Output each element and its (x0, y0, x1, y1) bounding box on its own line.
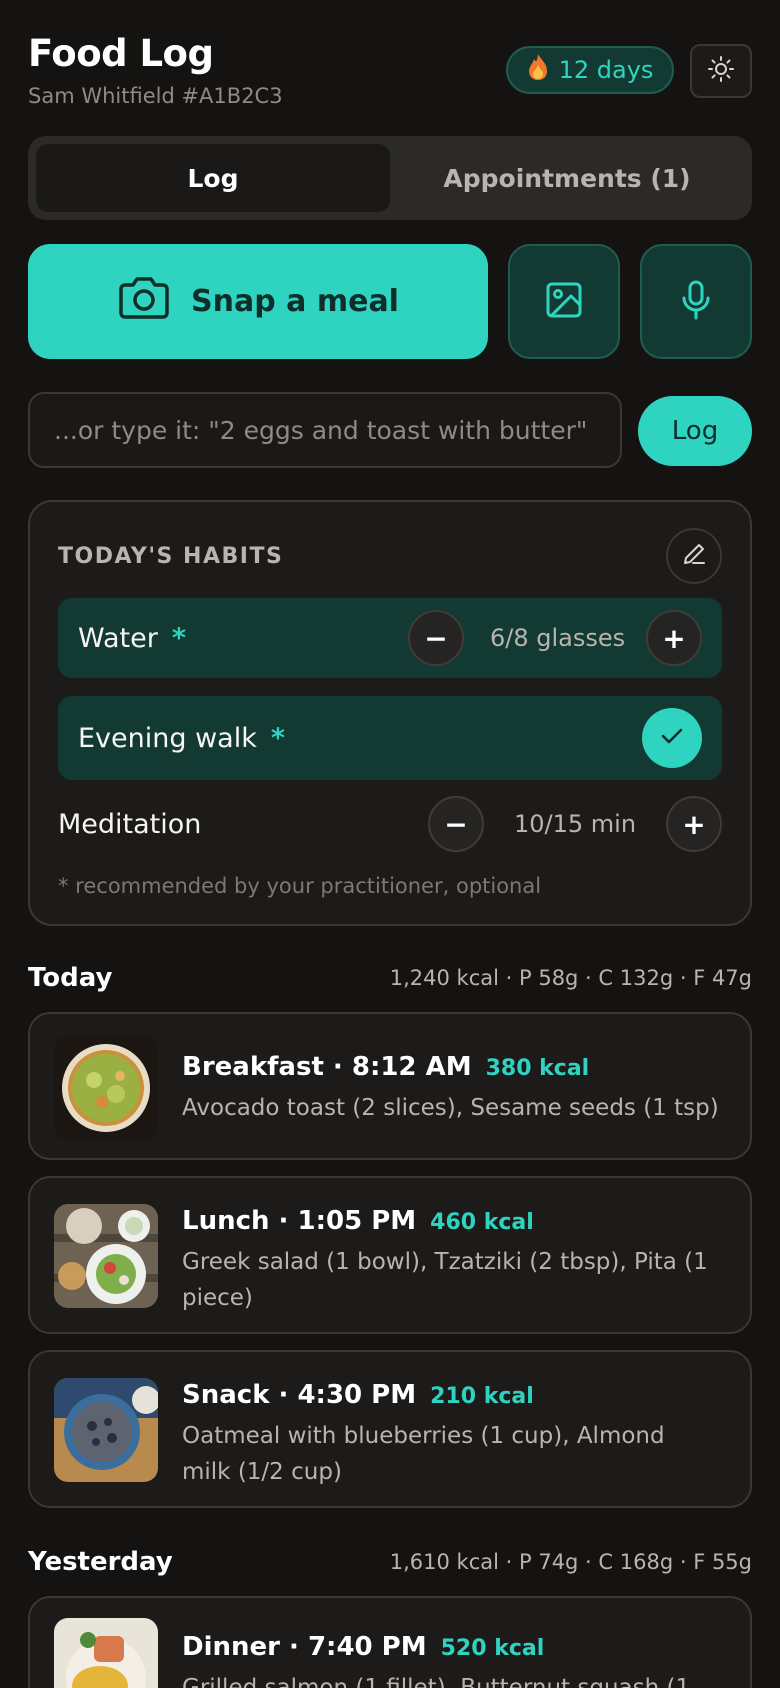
meal-kcal: 210 kcal (430, 1384, 534, 1409)
meal-time: Lunch · 1:05 PM (182, 1206, 417, 1236)
day-header-today: Today 1,240 kcal · P 58g · C 132g · F 47… (28, 958, 752, 998)
walk-done-toggle[interactable] (642, 708, 702, 768)
recommended-marker: * (270, 722, 285, 754)
meal-heading: Snack · 4:30 PM 210 kcal (182, 1380, 534, 1410)
microphone-icon (680, 279, 712, 325)
meditation-decrement-button[interactable]: − (428, 796, 484, 852)
meal-text-input[interactable] (28, 392, 622, 468)
theme-toggle-button[interactable] (690, 44, 752, 98)
meal-photo-breakfast (54, 1036, 158, 1140)
meal-items: Oatmeal with blueberries (1 cup), Almond… (182, 1423, 665, 1485)
meal-photo-lunch (54, 1204, 158, 1308)
habits-card: TODAY'S HABITS Water * − 6/8 glasses + Ev… (28, 500, 752, 926)
day-title: Yesterday (28, 1547, 173, 1577)
meal-items: Greek salad (1 bowl), Tzatziki (2 tbsp),… (182, 1249, 708, 1311)
day-summary: 1,240 kcal · P 58g · C 132g · F 47g (389, 966, 752, 990)
habit-row-meditation: Meditation − 10/15 min + (58, 784, 722, 864)
habits-footnote: * recommended by your practitioner, opti… (58, 874, 542, 898)
flame-icon (527, 53, 549, 87)
habit-label: Evening walk (78, 722, 257, 754)
image-icon (545, 281, 583, 323)
habit-name: Water * (78, 623, 186, 654)
recommended-marker: * (171, 622, 186, 654)
day-title: Today (28, 963, 113, 993)
habits-title: TODAY'S HABITS (58, 544, 284, 569)
habit-row-evening-walk: Evening walk * (58, 696, 722, 780)
streak-badge: 12 days (506, 46, 674, 94)
water-value: 6/8 glasses (490, 624, 626, 652)
meal-items: Grilled salmon (1 fillet), Butternut squ… (182, 1675, 691, 1688)
habit-label: Water (78, 622, 158, 654)
tab-bar: Log Appointments (1) (28, 136, 752, 220)
header: Food Log Sam Whitfield #A1B2C3 12 days (28, 32, 752, 112)
water-increment-button[interactable]: + (646, 610, 702, 666)
meal-items: Avocado toast (2 slices), Sesame seeds (… (182, 1095, 719, 1121)
snap-meal-button[interactable]: Snap a meal (28, 244, 488, 359)
tab-log[interactable]: Log (36, 144, 390, 212)
meal-time: Snack · 4:30 PM (182, 1380, 417, 1410)
voice-input-button[interactable] (640, 244, 752, 359)
client-name: Sam Whitfield #A1B2C3 (28, 84, 283, 108)
log-submit-button[interactable]: Log (638, 396, 752, 466)
day-header-yesterday: Yesterday 1,610 kcal · P 74g · C 168g · … (28, 1542, 752, 1582)
pencil-icon (681, 541, 707, 571)
meal-kcal: 520 kcal (440, 1636, 545, 1661)
water-decrement-button[interactable]: − (408, 610, 464, 666)
check-icon (660, 726, 684, 750)
meal-heading: Lunch · 1:05 PM 460 kcal (182, 1206, 534, 1236)
habit-name: Evening walk * (78, 723, 285, 754)
habit-label: Meditation (58, 808, 202, 840)
sun-icon (707, 55, 735, 87)
snap-meal-label: Snap a meal (191, 284, 399, 319)
edit-habits-button[interactable] (666, 528, 722, 584)
tab-appointments[interactable]: Appointments (1) (390, 144, 744, 212)
meal-card-lunch[interactable]: Lunch · 1:05 PM 460 kcal Greek salad (1 b… (28, 1176, 752, 1334)
upload-image-button[interactable] (508, 244, 620, 359)
day-summary: 1,610 kcal · P 74g · C 168g · F 55g (389, 1550, 752, 1574)
camera-icon (117, 275, 171, 329)
meal-kcal: 460 kcal (430, 1210, 534, 1235)
meal-card-breakfast[interactable]: Breakfast · 8:12 AM 380 kcal Avocado toas… (28, 1012, 752, 1160)
meal-time: Dinner · 7:40 PM (182, 1632, 427, 1662)
meditation-increment-button[interactable]: + (666, 796, 722, 852)
meal-heading: Dinner · 7:40 PM 520 kcal (182, 1632, 544, 1662)
meditation-value: 10/15 min (514, 810, 637, 838)
meal-card-dinner[interactable]: Dinner · 7:40 PM 520 kcal Grilled salmon … (28, 1596, 752, 1688)
meal-card-snack[interactable]: Snack · 4:30 PM 210 kcal Oatmeal with blu… (28, 1350, 752, 1508)
streak-label: 12 days (558, 56, 654, 84)
habit-row-water: Water * − 6/8 glasses + (58, 598, 722, 678)
meal-photo-snack (54, 1378, 158, 1482)
meal-photo-dinner (54, 1618, 158, 1688)
meal-heading: Breakfast · 8:12 AM 380 kcal (182, 1052, 589, 1082)
meal-time: Breakfast · 8:12 AM (182, 1052, 472, 1082)
meal-kcal: 380 kcal (485, 1056, 590, 1081)
